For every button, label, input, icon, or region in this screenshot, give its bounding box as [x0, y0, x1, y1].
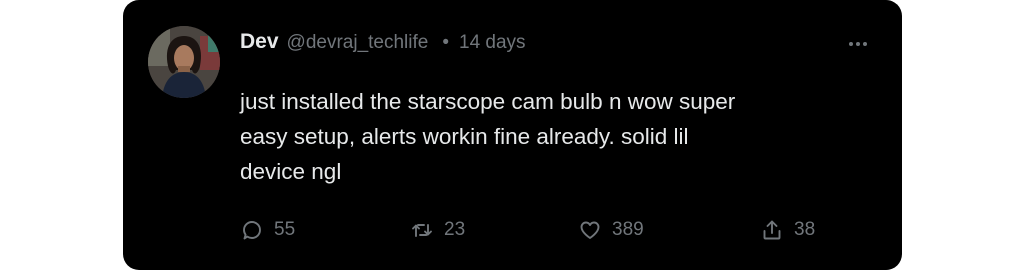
- reply-icon: [243, 221, 261, 240]
- repost-count: 23: [444, 219, 466, 240]
- author-name[interactable]: Dev: [240, 30, 279, 54]
- share-button[interactable]: 38: [760, 215, 815, 245]
- post-header: Dev @devraj_techlife • 14 days: [240, 30, 526, 60]
- like-count: 389: [612, 219, 644, 240]
- post-timestamp[interactable]: 14 days: [459, 32, 526, 54]
- more-options-button[interactable]: [845, 34, 871, 54]
- repost-button[interactable]: 23: [410, 215, 465, 245]
- heart-icon: [580, 221, 600, 239]
- like-button[interactable]: 389: [578, 215, 644, 245]
- action-bar: 55 23 389 38: [240, 215, 840, 245]
- share-count: 38: [794, 219, 816, 240]
- reply-button[interactable]: 55: [240, 215, 295, 245]
- repost-icon: [412, 224, 432, 237]
- more-horizontal-icon: [849, 42, 867, 46]
- reply-count: 55: [274, 219, 296, 240]
- avatar[interactable]: [148, 26, 220, 98]
- post-text: just installed the starscope cam bulb n …: [240, 89, 736, 184]
- share-icon: [763, 220, 781, 240]
- author-handle[interactable]: @devraj_techlife: [287, 32, 429, 54]
- user-avatar-image: [148, 26, 220, 98]
- post-card: Dev @devraj_techlife • 14 days just inst…: [123, 0, 902, 270]
- separator-dot: •: [442, 32, 449, 53]
